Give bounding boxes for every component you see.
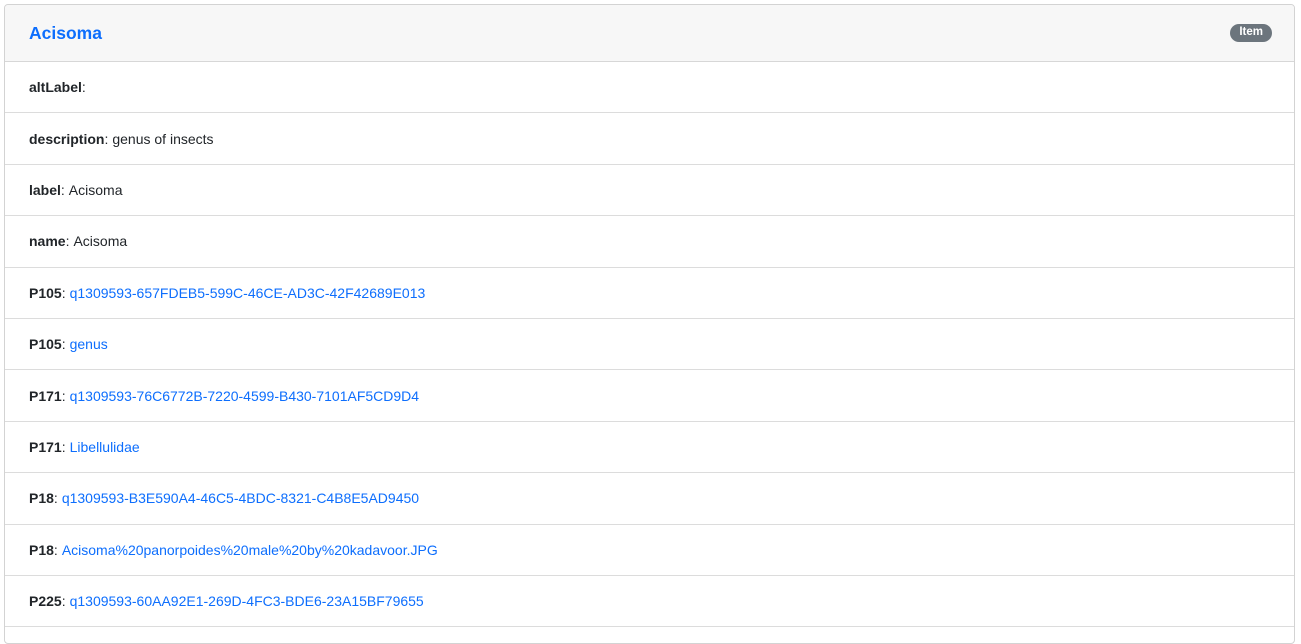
item-title-link[interactable]: Acisoma <box>29 23 102 44</box>
property-value: genus of insects <box>112 130 214 147</box>
property-separator: : <box>81 79 86 96</box>
statement-id-link[interactable]: q1309593-657FDEB5-599C-46CE-AD3C-42F4268… <box>70 285 426 301</box>
property-separator: : <box>60 181 65 198</box>
property-key: altLabel <box>29 79 82 96</box>
property-separator: : <box>61 336 66 353</box>
property-value-link[interactable]: Libellulidae <box>70 439 140 455</box>
property-value: Acisoma <box>68 181 123 198</box>
property-key: P18 <box>29 541 54 558</box>
statement-id-link[interactable]: q1309593-60AA92E1-269D-4FC3-BDE6-23A15BF… <box>70 593 424 609</box>
property-row-p171-statement: P171: q1309593-76C6772B-7220-4599-B430-71… <box>5 370 1294 422</box>
property-row-altlabel: altLabel: <box>5 62 1294 114</box>
property-separator: : <box>104 130 109 147</box>
property-separator: : <box>65 233 70 250</box>
property-key: P225 <box>29 593 62 610</box>
statement-id-link[interactable]: q1309593-76C6772B-7220-4599-B430-7101AF5… <box>70 388 419 404</box>
property-value: Acisoma <box>73 233 128 250</box>
property-separator: : <box>53 541 58 558</box>
property-row-label: label: Acisoma <box>5 165 1294 217</box>
property-row-p18-statement: P18: q1309593-B3E590A4-46C5-4BDC-8321-C4B… <box>5 473 1294 525</box>
property-separator: : <box>61 593 66 610</box>
property-row-name: name: Acisoma <box>5 216 1294 268</box>
property-row-p105-value: P105: genus <box>5 319 1294 371</box>
property-separator: : <box>61 438 66 455</box>
item-type-badge: Item <box>1230 24 1272 42</box>
property-key: P171 <box>29 438 62 455</box>
property-row-p171-value: P171: Libellulidae <box>5 422 1294 474</box>
property-separator: : <box>61 284 66 301</box>
property-key: name <box>29 233 66 250</box>
image-file-link[interactable]: Acisoma%20panorpoides%20male%20by%20kada… <box>62 542 438 558</box>
property-row-description: description: genus of insects <box>5 113 1294 165</box>
property-key: P18 <box>29 490 54 507</box>
property-key: description <box>29 130 105 147</box>
property-value-link[interactable]: genus <box>70 336 108 352</box>
item-card: Acisoma Item altLabel: description: genus… <box>4 4 1295 644</box>
property-key: label <box>29 181 61 198</box>
property-key: P105 <box>29 336 62 353</box>
statement-id-link[interactable]: q1309593-B3E590A4-46C5-4BDC-8321-C4B8E5A… <box>62 490 419 506</box>
property-row-p225-statement: P225: q1309593-60AA92E1-269D-4FC3-BDE6-23… <box>5 576 1294 628</box>
property-separator: : <box>61 387 66 404</box>
property-row-p105-statement: P105: q1309593-657FDEB5-599C-46CE-AD3C-42… <box>5 268 1294 319</box>
property-key: P171 <box>29 387 62 404</box>
property-row-p18-value: P18: Acisoma%20panorpoides%20male%20by%20… <box>5 525 1294 576</box>
property-key: P105 <box>29 284 62 301</box>
card-header: Acisoma Item <box>5 5 1294 62</box>
property-separator: : <box>53 490 58 507</box>
